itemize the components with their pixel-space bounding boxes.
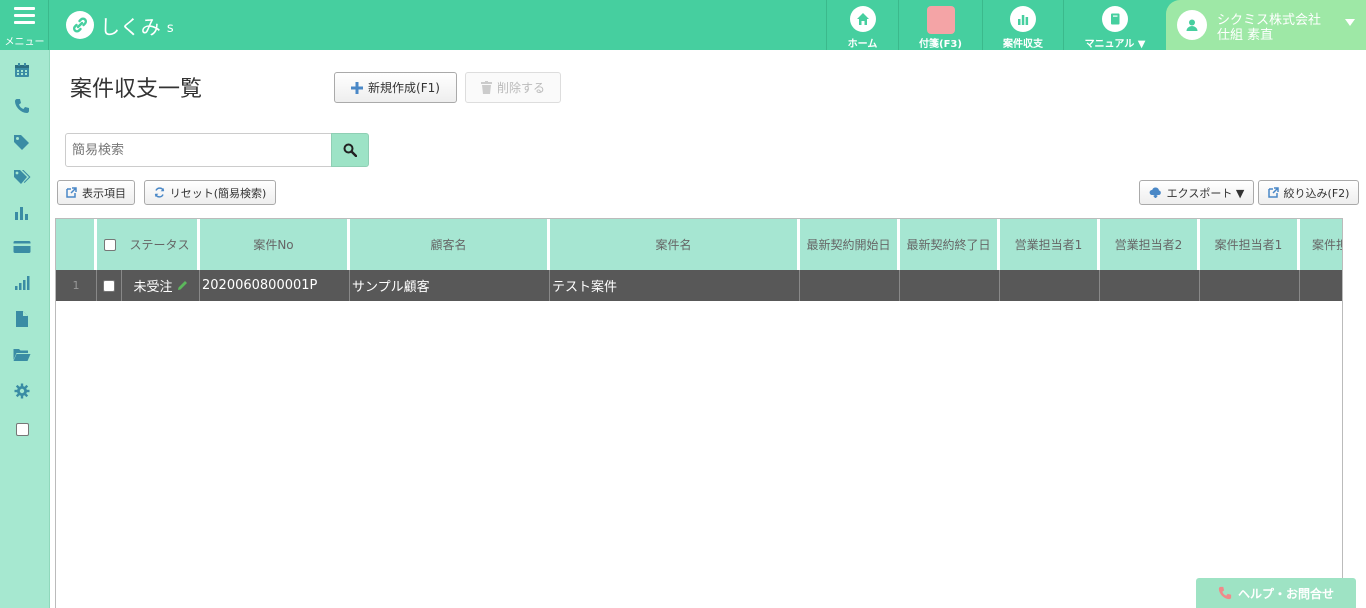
filter-button[interactable]: 絞り込み(F2): [1258, 180, 1359, 205]
header-status[interactable]: ステータス: [122, 219, 200, 270]
header-customer[interactable]: 顧客名: [350, 219, 550, 270]
home-icon: [849, 6, 876, 32]
phone-icon[interactable]: [13, 97, 31, 115]
top-bar: メニュー しくみ s ホーム 付箋(F3) 案件収支 マニュアル ▼ シクミス株…: [0, 0, 1366, 50]
select-all-header[interactable]: [97, 219, 122, 270]
tag-icon[interactable]: [13, 133, 31, 151]
header-contract-start[interactable]: 最新契約開始日: [800, 219, 900, 270]
nav-project-balance[interactable]: 案件収支: [982, 0, 1063, 50]
calendar-icon[interactable]: [13, 61, 31, 79]
grid-header: ステータス 案件No 顧客名 案件名 最新契約開始日 最新契約終了日 営業担当者…: [56, 219, 1342, 270]
search-icon: [343, 143, 357, 157]
help-button[interactable]: ヘルプ・お問合せ: [1196, 578, 1356, 608]
nav-home[interactable]: ホーム: [826, 0, 898, 50]
data-grid: ステータス 案件No 顧客名 案件名 最新契約開始日 最新契約終了日 営業担当者…: [55, 218, 1343, 608]
header-pm2[interactable]: 案件担当: [1300, 219, 1342, 270]
nav-project-label: 案件収支: [1003, 39, 1043, 50]
user-icon: [1177, 10, 1207, 40]
logo[interactable]: しくみ s: [66, 10, 174, 40]
cloud-download-icon: [1149, 187, 1161, 198]
bar-chart-icon[interactable]: [13, 204, 31, 222]
nav-sticky-label: 付箋(F3): [919, 39, 962, 50]
file-icon[interactable]: [13, 310, 31, 328]
row-number: 1: [56, 270, 97, 301]
checkbox-icon[interactable]: [13, 420, 31, 438]
menu-icon: [14, 7, 35, 24]
refresh-icon: [154, 187, 164, 198]
logo-text: しくみ: [100, 14, 161, 39]
search-button[interactable]: [331, 133, 369, 167]
header-project-no[interactable]: 案件No: [200, 219, 350, 270]
credit-card-icon[interactable]: [13, 238, 31, 256]
external-link-icon: [66, 187, 77, 198]
nav-sticky-note[interactable]: 付箋(F3): [898, 0, 982, 50]
nav-manual[interactable]: マニュアル ▼: [1063, 0, 1166, 50]
customer-cell[interactable]: サンプル顧客: [350, 270, 550, 301]
header-project-name[interactable]: 案件名: [550, 219, 800, 270]
search-input[interactable]: [65, 133, 332, 167]
filter-button-label: 絞り込み(F2): [1283, 186, 1350, 200]
folder-open-icon[interactable]: [13, 346, 31, 364]
nav-manual-label: マニュアル ▼: [1084, 39, 1146, 50]
menu-button[interactable]: メニュー: [0, 0, 49, 50]
header-contract-end[interactable]: 最新契約終了日: [900, 219, 1000, 270]
menu-label: メニュー: [4, 37, 45, 48]
project-no-cell[interactable]: 2020060800001P: [200, 270, 350, 301]
plus-icon: [351, 81, 364, 94]
status-cell[interactable]: 未受注: [122, 270, 200, 301]
export-button[interactable]: エクスポート ▼: [1139, 180, 1254, 205]
export-button-label: エクスポート ▼: [1166, 186, 1245, 200]
sidebar: [0, 50, 50, 608]
pm1-cell[interactable]: [1200, 270, 1300, 301]
gear-icon[interactable]: [13, 382, 31, 400]
row-number-header: [56, 219, 97, 270]
reset-button-label: リセット(簡易検索): [169, 186, 267, 200]
contract-end-cell[interactable]: [900, 270, 1000, 301]
display-items-label: 表示項目: [82, 186, 126, 200]
new-button-label: 新規作成(F1): [368, 81, 440, 95]
nav-home-label: ホーム: [847, 39, 878, 50]
header-sales2[interactable]: 営業担当者2: [1100, 219, 1200, 270]
user-menu[interactable]: シクミス株式会社 仕組 素直: [1166, 0, 1366, 50]
row-checkbox[interactable]: [103, 279, 115, 292]
reset-button[interactable]: リセット(簡易検索): [144, 180, 276, 205]
bar-chart-icon: [1010, 6, 1036, 32]
page-title: 案件収支一覧: [70, 77, 203, 102]
sticky-note-icon: [926, 6, 955, 34]
external-link-icon: [1267, 187, 1279, 198]
trash-icon: [480, 81, 492, 94]
pencil-icon[interactable]: [177, 280, 188, 291]
sales1-cell[interactable]: [1000, 270, 1100, 301]
delete-button-label: 削除する: [496, 81, 545, 95]
status-text: 未受注: [133, 280, 173, 295]
link-icon: [66, 11, 94, 39]
row-select[interactable]: [97, 270, 122, 301]
display-items-button[interactable]: 表示項目: [57, 180, 135, 205]
project-name-cell[interactable]: テスト案件: [550, 270, 800, 301]
select-all-checkbox[interactable]: [103, 238, 116, 251]
book-icon: [1102, 6, 1128, 32]
table-row[interactable]: 1 未受注 2020060800001P サンプル顧客 テスト案件: [56, 270, 1342, 301]
caret-down-icon: [1345, 19, 1355, 26]
logo-sub: s: [166, 20, 174, 36]
delete-button[interactable]: 削除する: [465, 72, 561, 103]
new-button[interactable]: 新規作成(F1): [334, 72, 457, 103]
phone-icon: [1218, 586, 1232, 600]
help-button-label: ヘルプ・お問合せ: [1237, 586, 1334, 601]
header-sales1[interactable]: 営業担当者1: [1000, 219, 1100, 270]
user-name: 仕組 素直: [1217, 28, 1274, 43]
tags-icon[interactable]: [13, 168, 31, 186]
header-pm1[interactable]: 案件担当者1: [1200, 219, 1300, 270]
contract-start-cell[interactable]: [800, 270, 900, 301]
sales2-cell[interactable]: [1100, 270, 1200, 301]
signal-icon[interactable]: [13, 274, 31, 292]
pm2-cell[interactable]: [1300, 270, 1342, 301]
